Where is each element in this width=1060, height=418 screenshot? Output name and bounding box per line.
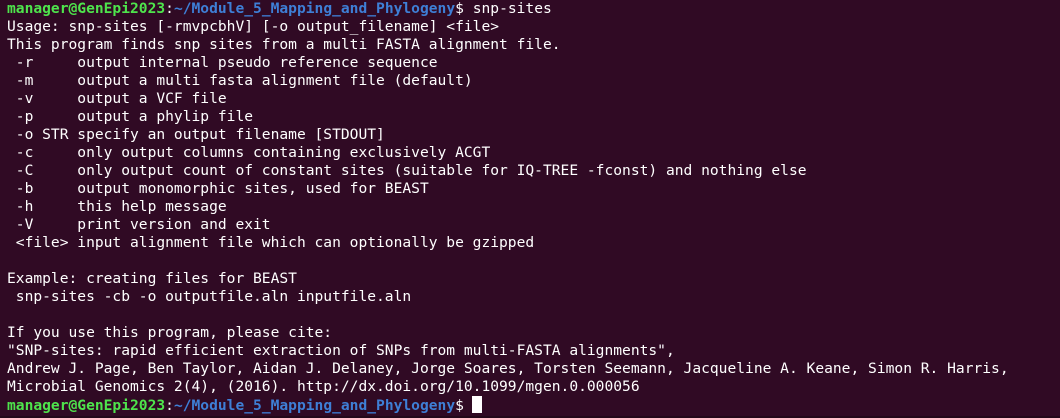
- output-line: Usage: snp-sites [-rmvpcbhV] [-o output_…: [7, 18, 500, 35]
- output-line: "SNP-sites: rapid efficient extraction o…: [7, 342, 675, 359]
- output-line: -v output a VCF file: [7, 90, 227, 107]
- output-line: Andrew J. Page, Ben Taylor, Aidan J. Del…: [7, 360, 1009, 377]
- text-cursor: [471, 396, 482, 413]
- output-line: -r output internal pseudo reference sequ…: [7, 54, 438, 71]
- output-line: -b output monomorphic sites, used for BE…: [7, 180, 429, 197]
- output-line: -o STR specify an output filename [STDOU…: [7, 126, 385, 143]
- prompt-path: ~/Module_5_Mapping_and_Phylogeny: [173, 0, 456, 17]
- output-line: <file> input alignment file which can op…: [7, 234, 535, 251]
- prompt-separator: :: [165, 397, 174, 414]
- prompt-user-host: manager@GenEpi2023: [7, 0, 166, 17]
- output-line: snp-sites -cb -o outputfile.aln inputfil…: [7, 288, 412, 305]
- prompt-path: ~/Module_5_Mapping_and_Phylogeny: [173, 397, 456, 414]
- output-line: If you use this program, please cite:: [7, 324, 333, 341]
- prompt-symbol: $: [455, 0, 464, 17]
- output-line: Example: creating files for BEAST: [7, 270, 297, 287]
- prompt-user-host: manager@GenEpi2023: [7, 397, 166, 414]
- output-line: -m output a multi fasta alignment file (…: [7, 72, 473, 89]
- prompt-line: manager@GenEpi2023:~/Module_5_Mapping_an…: [7, 0, 1060, 18]
- output-line: -p output a phylip file: [7, 108, 254, 125]
- output-line: -h this help message: [7, 198, 227, 215]
- output-line: Microbial Genomics 2(4), (2016). http://…: [7, 378, 640, 395]
- output-line: This program finds snp sites from a mult…: [7, 36, 561, 53]
- terminal-window[interactable]: manager@GenEpi2023:~/Module_5_Mapping_an…: [0, 0, 1060, 418]
- output-line: -C only output count of constant sites (…: [7, 162, 807, 179]
- prompt-separator: :: [165, 0, 174, 17]
- output-line: -V print version and exit: [7, 216, 271, 233]
- output-line: -c only output columns containing exclus…: [7, 144, 491, 161]
- prompt-symbol: $: [455, 397, 464, 414]
- prompt-line-active[interactable]: manager@GenEpi2023:~/Module_5_Mapping_an…: [7, 396, 1060, 414]
- command-text: snp-sites: [463, 0, 552, 17]
